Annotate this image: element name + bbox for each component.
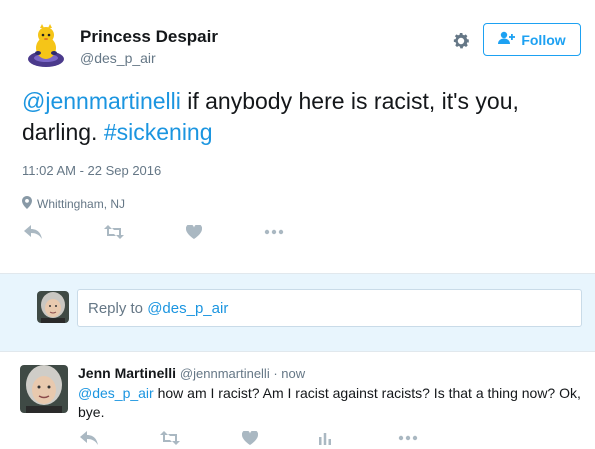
reply-separator: · — [269, 366, 282, 381]
add-user-icon — [498, 31, 516, 48]
heart-icon[interactable] — [239, 428, 261, 448]
heart-icon[interactable] — [183, 222, 205, 242]
location-label: Whittingham, NJ — [37, 197, 126, 211]
tweet-hashtag-link[interactable]: #sickening — [104, 119, 213, 145]
retweet-icon[interactable] — [159, 428, 181, 448]
map-pin-icon — [22, 196, 32, 212]
reply-input[interactable]: Reply to @des_p_air — [77, 289, 582, 327]
reply-placeholder-prefix: Reply to — [88, 300, 148, 317]
tweet-timestamp[interactable]: 11:02 AM - 22 Sep 2016 — [22, 163, 161, 178]
author-handle[interactable]: @des_p_air — [80, 50, 156, 66]
main-tweet: Princess Despair @des_p_air Follow @jenn… — [0, 0, 595, 272]
reply-text: @des_p_air how am I racist? Am I racist … — [78, 384, 588, 422]
retweet-icon[interactable] — [103, 222, 125, 242]
tweet-mention-link[interactable]: @jennmartinelli — [22, 88, 181, 114]
reply-icon[interactable] — [78, 428, 100, 448]
reply-author-name[interactable]: Jenn Martinelli — [78, 365, 176, 381]
reply-icon[interactable] — [22, 222, 44, 242]
reply-author-avatar[interactable] — [20, 365, 68, 413]
reply-header: Jenn Martinelli @jennmartinelli · now — [78, 365, 305, 381]
reply-placeholder-mention: @des_p_air — [147, 300, 229, 317]
more-icon[interactable] — [397, 428, 419, 448]
analytics-icon[interactable] — [314, 428, 336, 448]
author-name[interactable]: Princess Despair — [80, 27, 218, 47]
tweet-text: @jennmartinelli if anybody here is racis… — [22, 86, 577, 148]
reply-mention-link[interactable]: @des_p_air — [78, 385, 154, 401]
more-icon[interactable] — [263, 222, 285, 242]
reply-author-handle[interactable]: @jennmartinelli — [180, 366, 270, 381]
reply-composer: Reply to @des_p_air — [0, 273, 595, 352]
tweet-location[interactable]: Whittingham, NJ — [22, 196, 125, 212]
author-avatar[interactable] — [22, 22, 70, 70]
viewer-avatar — [37, 291, 69, 323]
gear-icon[interactable] — [450, 30, 472, 52]
follow-button[interactable]: Follow — [483, 23, 581, 56]
reply-body: how am I racist? Am I racist against rac… — [78, 385, 581, 420]
reply-time[interactable]: now — [281, 366, 305, 381]
follow-label: Follow — [521, 31, 566, 48]
